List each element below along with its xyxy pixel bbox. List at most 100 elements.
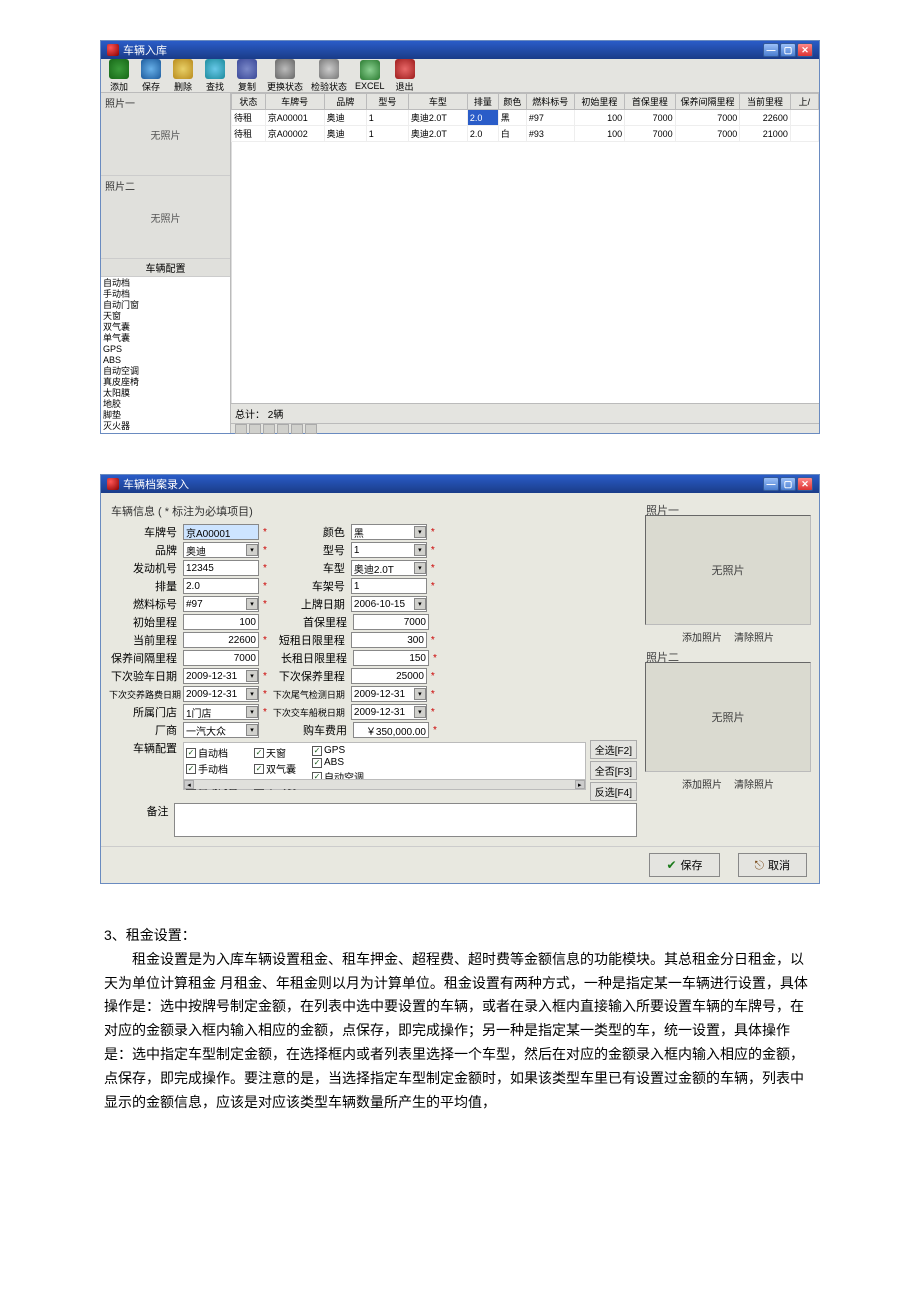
maximize-button[interactable]: ▢ [780,43,796,57]
config-option[interactable]: ✓自动档 [186,745,238,760]
grid-cell[interactable]: 1 [366,126,408,142]
maintmi-input[interactable] [183,650,259,666]
toolbar-button[interactable]: 更换状态 [267,59,303,93]
buycost-input[interactable] [353,722,429,738]
config-item[interactable]: 脚垫 [103,410,228,421]
grid-cell[interactable]: 21000 [740,126,791,142]
maker-select[interactable]: 一汽大众▾ [183,722,259,738]
vehicle-grid[interactable]: 状态车牌号品牌型号车型排量颜色燃料标号初始里程首保里程保养间隔里程当前里程上/ … [231,93,819,142]
grid-cell[interactable]: 待租 [232,126,266,142]
grid-column-header[interactable]: 颜色 [498,94,526,110]
grid-column-header[interactable]: 型号 [366,94,408,110]
config-item[interactable]: GPS [103,344,228,355]
select-all-button[interactable]: 全选[F2] [590,740,637,759]
table-row[interactable]: 待租京A00001奥迪1奥迪2.0T2.0黑#97100700070002260… [232,110,819,126]
config-item[interactable]: 单气囊 [103,333,228,344]
config-option[interactable]: ✓手动档 [186,761,238,776]
config-item[interactable]: 灭火器 [103,421,228,432]
toolbar-button[interactable]: 退出 [393,59,417,93]
remark-textarea[interactable] [174,803,637,837]
store-select[interactable]: 1门店▾ [183,704,259,720]
grid-column-header[interactable]: 品牌 [324,94,366,110]
config-item[interactable]: 手动档 [103,289,228,300]
grid-cell[interactable]: 白 [498,126,526,142]
grid-column-header[interactable]: 保养间隔里程 [675,94,740,110]
grid-cell[interactable]: 22600 [740,110,791,126]
nextemis-select[interactable]: 2009-12-31▾ [351,686,427,702]
maximize-button[interactable]: ▢ [780,477,796,491]
model-select[interactable]: 1▾ [351,542,427,558]
grid-cell[interactable]: #97 [526,110,574,126]
grid-cell[interactable]: 奥迪 [324,110,366,126]
longmi-input[interactable] [353,650,429,666]
select-none-button[interactable]: 全否[F3] [590,761,637,780]
toolbar-button[interactable]: 删除 [171,59,195,93]
grid-cell[interactable]: 7000 [625,126,676,142]
grid-cell[interactable]: 奥迪 [324,126,366,142]
grid-cell[interactable]: 京A00001 [265,110,324,126]
grid-cell[interactable]: 7000 [675,126,740,142]
config-item[interactable]: 双气囊 [103,322,228,333]
grid-cell[interactable]: 7000 [675,110,740,126]
grid-cell[interactable] [790,110,818,126]
grid-cell[interactable]: 100 [574,126,625,142]
grid-cell[interactable]: 2.0 [467,110,498,126]
save-button[interactable]: ✔ 保存 [649,853,719,877]
grid-column-header[interactable]: 上/ [790,94,818,110]
color-select[interactable]: 黑▾ [351,524,427,540]
config-item[interactable]: 地胶 [103,399,228,410]
grid-cell[interactable]: 奥迪2.0T [408,126,467,142]
grid-column-header[interactable]: 燃料标号 [526,94,574,110]
toolbar-button[interactable]: 检验状态 [311,59,347,93]
config-option[interactable]: ✓天窗 [254,745,296,760]
minimize-button[interactable]: — [763,43,779,57]
config-item[interactable]: 自动空调 [103,366,228,377]
chassis-input[interactable] [351,578,427,594]
firstmaint-input[interactable] [353,614,429,630]
horizontal-scrollbar[interactable]: ◂▸ [184,779,585,789]
select-invert-button[interactable]: 反选[F4] [590,782,637,801]
disp-input[interactable] [183,578,259,594]
brand-select[interactable]: 奥迪▾ [183,542,259,558]
nextchk-select[interactable]: 2009-12-31▾ [183,668,259,684]
curmi-input[interactable] [183,632,259,648]
close-button[interactable]: ✕ [797,43,813,57]
grid-column-header[interactable]: 当前里程 [740,94,791,110]
config-item[interactable]: 自动门窗 [103,300,228,311]
config-item[interactable]: 天窗 [103,311,228,322]
add-photo-link[interactable]: 添加照片 [682,629,722,644]
platedate-select[interactable]: 2006-10-15▾ [351,596,427,612]
grid-cell[interactable]: #93 [526,126,574,142]
clear-photo-link[interactable]: 清除照片 [734,776,774,791]
initmi-input[interactable] [183,614,259,630]
plate-input[interactable] [183,524,259,540]
close-button[interactable]: ✕ [797,477,813,491]
cancel-button[interactable]: ⎋ 取消 [738,853,808,877]
grid-column-header[interactable]: 车牌号 [265,94,324,110]
fuel-select[interactable]: #97▾ [183,596,259,612]
grid-cell[interactable]: 7000 [625,110,676,126]
nextroad-select[interactable]: 2009-12-31▾ [183,686,259,702]
grid-cell[interactable]: 100 [574,110,625,126]
config-item[interactable]: ABS [103,355,228,366]
config-item[interactable]: 自动档 [103,278,228,289]
grid-column-header[interactable]: 状态 [232,94,266,110]
grid-column-header[interactable]: 排量 [467,94,498,110]
type-select[interactable]: 奥迪2.0T▾ [351,560,427,576]
grid-cell[interactable] [790,126,818,142]
minimize-button[interactable]: — [763,477,779,491]
toolbar-button[interactable]: 保存 [139,59,163,93]
grid-column-header[interactable]: 初始里程 [574,94,625,110]
engine-input[interactable] [183,560,259,576]
grid-column-header[interactable]: 首保里程 [625,94,676,110]
toolbar-button[interactable]: EXCEL [355,60,385,91]
toolbar-button[interactable]: 复制 [235,59,259,93]
clear-photo-link[interactable]: 清除照片 [734,629,774,644]
grid-cell[interactable]: 黑 [498,110,526,126]
config-option[interactable]: ✓GPS [312,745,364,756]
config-item[interactable]: 真皮座椅 [103,377,228,388]
config-item[interactable]: 太阳膜 [103,388,228,399]
add-photo-link[interactable]: 添加照片 [682,776,722,791]
nextmaintmi-input[interactable] [351,668,427,684]
shortmi-input[interactable] [351,632,427,648]
